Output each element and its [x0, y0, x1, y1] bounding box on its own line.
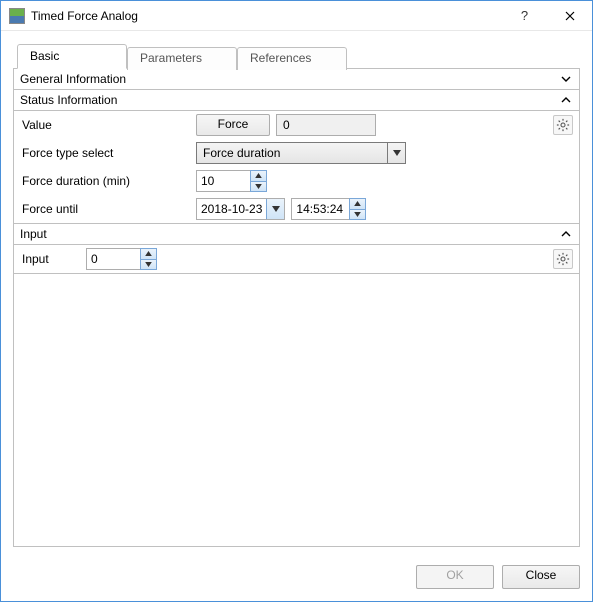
gear-icon [556, 252, 570, 266]
input-spinner [86, 248, 157, 270]
tab-label: Basic [30, 49, 59, 63]
tab-label: References [250, 51, 311, 65]
empty-space [14, 274, 579, 546]
date-text: 2018-10-23 [197, 202, 266, 216]
triangle-down-icon [255, 184, 262, 189]
triangle-up-icon [354, 201, 361, 206]
input-label: Input [20, 252, 80, 266]
tab-row: Basic Parameters References [13, 43, 580, 68]
button-label: Force [218, 117, 249, 131]
content-area: Basic Parameters References General Info… [1, 31, 592, 555]
force-until-time-input[interactable] [291, 198, 349, 220]
close-window-button[interactable] [547, 1, 592, 30]
tab-label: Parameters [140, 51, 202, 65]
triangle-down-icon [145, 262, 152, 267]
button-label: OK [446, 568, 463, 582]
section-status-body: Value Force 0 [14, 111, 579, 224]
triangle-up-icon [145, 251, 152, 256]
spinner-buttons [140, 248, 157, 270]
button-label: Close [526, 568, 557, 582]
row-input: Input [14, 245, 579, 273]
row-force-type: Force type select Force duration [14, 139, 579, 167]
row-value: Value Force 0 [14, 111, 579, 139]
value-readonly: 0 [276, 114, 376, 136]
value-label: Value [20, 118, 190, 132]
app-icon [9, 8, 25, 24]
tab-references[interactable]: References [237, 47, 347, 70]
section-status-header[interactable]: Status Information [14, 90, 579, 111]
force-duration-spinner [196, 170, 267, 192]
tab-basic[interactable]: Basic [17, 44, 127, 69]
footer: OK Close [1, 555, 592, 601]
dialog-window: Timed Force Analog ? Basic Parameters Re… [0, 0, 593, 602]
spin-down-button[interactable] [350, 210, 365, 220]
section-title: Status Information [20, 93, 561, 107]
section-general-header[interactable]: General Information [14, 69, 579, 90]
spin-up-button[interactable] [350, 199, 365, 210]
section-input-header[interactable]: Input [14, 224, 579, 245]
spin-down-button[interactable] [141, 260, 156, 270]
input-value-input[interactable] [86, 248, 140, 270]
date-dropdown-button[interactable] [266, 199, 284, 219]
force-duration-input[interactable] [196, 170, 250, 192]
triangle-up-icon [255, 173, 262, 178]
spinner-buttons [250, 170, 267, 192]
combo-dropdown-button[interactable] [387, 143, 405, 163]
chevron-down-icon [393, 150, 401, 156]
close-button[interactable]: Close [502, 565, 580, 589]
row-force-duration: Force duration (min) [14, 167, 579, 195]
triangle-down-icon [354, 212, 361, 217]
section-title: Input [20, 227, 561, 241]
combo-selected: Force duration [197, 146, 387, 160]
row-force-until: Force until 2018-10-23 [14, 195, 579, 223]
section-title: General Information [20, 72, 561, 86]
spinner-buttons [349, 198, 366, 220]
force-type-select[interactable]: Force duration [196, 142, 406, 164]
chevron-up-icon [561, 229, 571, 239]
force-until-time-spinner [291, 198, 366, 220]
close-icon [565, 11, 575, 21]
help-button[interactable]: ? [502, 1, 547, 30]
spin-down-button[interactable] [251, 182, 266, 192]
gear-icon [556, 118, 570, 132]
status-settings-button[interactable] [553, 115, 573, 135]
chevron-down-icon [272, 206, 280, 212]
tab-body: General Information Status Information V… [13, 68, 580, 547]
spin-up-button[interactable] [141, 249, 156, 260]
force-type-label: Force type select [20, 146, 190, 160]
spin-up-button[interactable] [251, 171, 266, 182]
chevron-down-icon [561, 74, 571, 84]
force-button[interactable]: Force [196, 114, 270, 136]
force-until-date[interactable]: 2018-10-23 [196, 198, 285, 220]
window-title: Timed Force Analog [31, 9, 502, 23]
tab-parameters[interactable]: Parameters [127, 47, 237, 70]
ok-button[interactable]: OK [416, 565, 494, 589]
value-text: 0 [283, 118, 290, 132]
titlebar: Timed Force Analog ? [1, 1, 592, 31]
help-icon: ? [521, 8, 528, 23]
section-input-body: Input [14, 245, 579, 274]
chevron-up-icon [561, 95, 571, 105]
force-duration-label: Force duration (min) [20, 174, 190, 188]
force-until-label: Force until [20, 202, 190, 216]
input-settings-button[interactable] [553, 249, 573, 269]
